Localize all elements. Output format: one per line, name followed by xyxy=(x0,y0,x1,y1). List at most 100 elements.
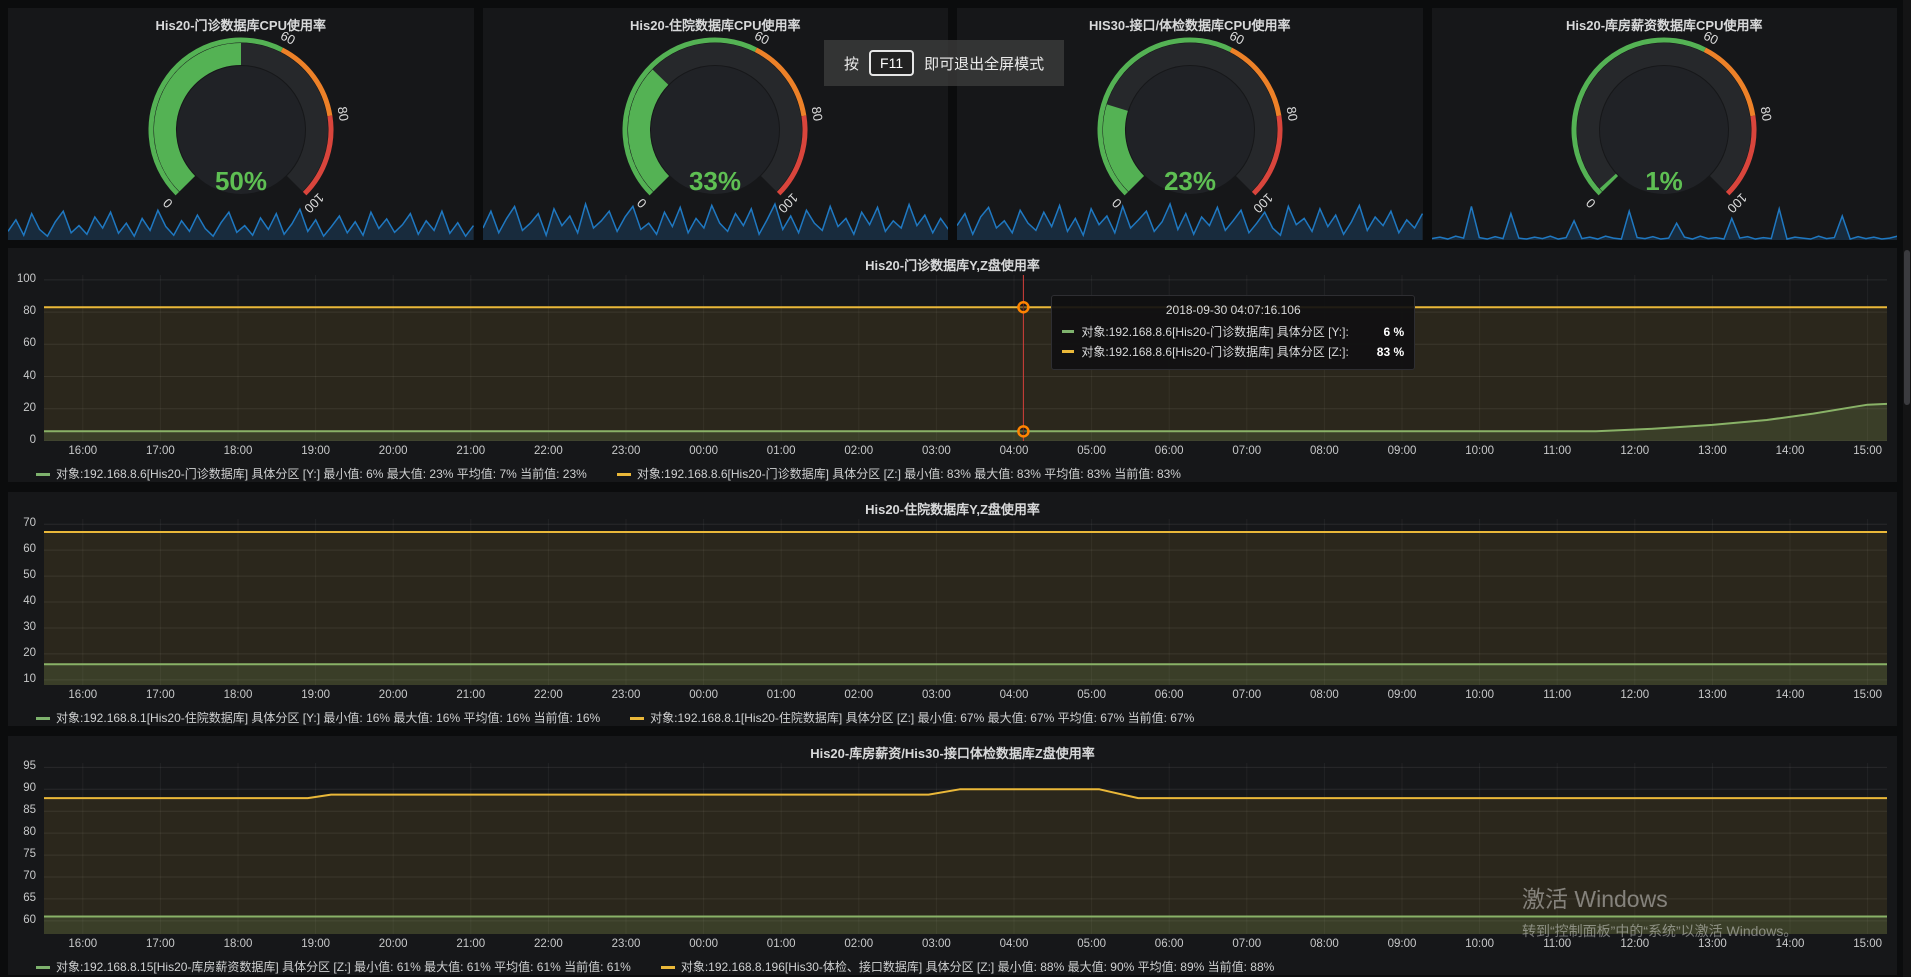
y-axis-label: 100 xyxy=(17,273,36,285)
scrollbar-thumb[interactable] xyxy=(1904,250,1910,405)
panel-title[interactable]: HIS30-接口/体检数据库CPU使用率 xyxy=(957,8,1423,35)
x-axis-label: 22:00 xyxy=(534,938,563,950)
chart-legend: 对象:192.168.8.6[His20-门诊数据库] 具体分区 [Y:] 最小… xyxy=(8,461,1897,482)
x-axis: 16:0017:0018:0019:0020:0021:0022:0023:00… xyxy=(44,441,1887,461)
chart-legend: 对象:192.168.8.1[His20-住院数据库] 具体分区 [Y:] 最小… xyxy=(8,705,1897,726)
legend-item[interactable]: 对象:192.168.8.6[His20-门诊数据库] 具体分区 [Y:] 最小… xyxy=(36,465,587,482)
y-axis-label: 65 xyxy=(23,892,36,904)
tooltip-label: 对象:192.168.8.6[His20-门诊数据库] 具体分区 [Y:]: xyxy=(1081,323,1348,340)
x-axis-label: 19:00 xyxy=(301,938,330,950)
y-axis-label: 60 xyxy=(23,914,36,926)
x-axis-label: 02:00 xyxy=(844,938,873,950)
x-axis-label: 01:00 xyxy=(767,445,796,457)
x-axis-label: 10:00 xyxy=(1465,938,1494,950)
chart-plot-area[interactable]: 2018-09-30 04:07:16.106 对象:192.168.8.6[H… xyxy=(44,275,1887,441)
gauge-scale-label: 80 xyxy=(1283,105,1299,122)
panel-title[interactable]: His20-门诊数据库CPU使用率 xyxy=(8,8,474,35)
tooltip-value: 83 % xyxy=(1377,345,1404,359)
x-axis-label: 16:00 xyxy=(68,938,97,950)
legend-text: 对象:192.168.8.1[His20-住院数据库] 具体分区 [Y:] 最小… xyxy=(56,711,600,725)
x-axis-label: 20:00 xyxy=(379,445,408,457)
chart-plot-area[interactable] xyxy=(44,763,1887,934)
panel-title[interactable]: His20-住院数据库CPU使用率 xyxy=(483,8,949,35)
x-axis-label: 21:00 xyxy=(456,445,485,457)
x-axis-label: 06:00 xyxy=(1155,445,1184,457)
x-axis-label: 08:00 xyxy=(1310,445,1339,457)
chart-plot-area[interactable] xyxy=(44,519,1887,685)
y-axis-label: 30 xyxy=(23,621,36,633)
toast-prefix: 按 xyxy=(844,53,859,74)
x-axis-label: 16:00 xyxy=(68,445,97,457)
x-axis-label: 15:00 xyxy=(1853,445,1882,457)
toast-suffix: 即可退出全屏模式 xyxy=(924,53,1044,74)
legend-text: 对象:192.168.8.1[His20-住院数据库] 具体分区 [Z:] 最小… xyxy=(650,711,1194,725)
x-axis-label: 16:00 xyxy=(68,689,97,701)
x-axis-label: 11:00 xyxy=(1543,938,1571,950)
series-color-dash xyxy=(630,717,644,720)
x-axis-label: 11:00 xyxy=(1543,689,1571,701)
x-axis-label: 22:00 xyxy=(534,689,563,701)
x-axis-label: 00:00 xyxy=(689,689,718,701)
x-axis-label: 15:00 xyxy=(1853,938,1882,950)
x-axis-label: 22:00 xyxy=(534,445,563,457)
x-axis-label: 18:00 xyxy=(224,938,253,950)
legend-text: 对象:192.168.8.15[His20-库房薪资数据库] 具体分区 [Z:]… xyxy=(56,960,631,974)
panel-title[interactable]: His20-住院数据库Y,Z盘使用率 xyxy=(8,492,1897,519)
x-axis-label: 02:00 xyxy=(844,689,873,701)
gauge-scale-label: 80 xyxy=(809,105,825,122)
x-axis-label: 14:00 xyxy=(1776,445,1805,457)
legend-item[interactable]: 对象:192.168.8.196[His30-体检、接口数据库] 具体分区 [Z… xyxy=(661,958,1275,975)
series-color-dash xyxy=(1062,350,1074,353)
gauge-scale-label: 80 xyxy=(334,105,350,122)
fullscreen-exit-toast: 按 F11 即可退出全屏模式 xyxy=(824,40,1064,86)
x-axis-label: 13:00 xyxy=(1698,938,1727,950)
legend-item[interactable]: 对象:192.168.8.6[His20-门诊数据库] 具体分区 [Z:] 最小… xyxy=(617,465,1181,482)
x-axis-label: 04:00 xyxy=(1000,445,1029,457)
y-axis-label: 70 xyxy=(23,517,36,529)
x-axis-label: 06:00 xyxy=(1155,938,1184,950)
x-axis-label: 21:00 xyxy=(456,938,485,950)
x-axis-label: 09:00 xyxy=(1388,445,1417,457)
x-axis-label: 03:00 xyxy=(922,938,951,950)
x-axis-label: 17:00 xyxy=(146,445,175,457)
y-axis: 020406080100 xyxy=(8,275,44,441)
y-axis-label: 40 xyxy=(23,595,36,607)
legend-item[interactable]: 对象:192.168.8.1[His20-住院数据库] 具体分区 [Y:] 最小… xyxy=(36,709,600,726)
tooltip-row: 对象:192.168.8.6[His20-门诊数据库] 具体分区 [Z:]: 8… xyxy=(1062,343,1404,360)
series-color-dash xyxy=(36,717,50,720)
gauge-scale-label: 60 xyxy=(752,32,772,48)
x-axis-label: 08:00 xyxy=(1310,689,1339,701)
legend-item[interactable]: 对象:192.168.8.15[His20-库房薪资数据库] 具体分区 [Z:]… xyxy=(36,958,631,975)
legend-text: 对象:192.168.8.196[His30-体检、接口数据库] 具体分区 [Z… xyxy=(681,960,1275,974)
x-axis-label: 02:00 xyxy=(844,445,873,457)
panel-title[interactable]: His20-库房薪资/His30-接口体检数据库Z盘使用率 xyxy=(8,736,1897,763)
x-axis-label: 23:00 xyxy=(612,938,641,950)
x-axis-label: 04:00 xyxy=(1000,689,1029,701)
x-axis-label: 00:00 xyxy=(689,445,718,457)
x-axis-label: 05:00 xyxy=(1077,689,1106,701)
tooltip-timestamp: 2018-09-30 04:07:16.106 xyxy=(1062,303,1404,317)
timeseries-panel-zhuyuan-disk: His20-住院数据库Y,Z盘使用率 10203040506070 16:001… xyxy=(8,492,1897,726)
tooltip-label: 对象:192.168.8.6[His20-门诊数据库] 具体分区 [Z:]: xyxy=(1081,343,1348,360)
f11-keycap: F11 xyxy=(869,50,914,76)
y-axis-label: 80 xyxy=(23,305,36,317)
legend-item[interactable]: 对象:192.168.8.1[His20-住院数据库] 具体分区 [Z:] 最小… xyxy=(630,709,1194,726)
panel-title[interactable]: His20-门诊数据库Y,Z盘使用率 xyxy=(8,248,1897,275)
scrollbar-track[interactable] xyxy=(1903,0,1911,977)
gauge-panel-kufang-cpu: His20-库房薪资数据库CPU使用率 060801001% xyxy=(1432,8,1898,240)
x-axis-label: 18:00 xyxy=(224,445,253,457)
chart-tooltip: 2018-09-30 04:07:16.106 对象:192.168.8.6[H… xyxy=(1051,295,1415,370)
cpu-sparkline xyxy=(8,192,474,240)
tooltip-value: 6 % xyxy=(1377,325,1404,339)
panel-title[interactable]: His20-库房薪资数据库CPU使用率 xyxy=(1432,8,1898,35)
x-axis-label: 05:00 xyxy=(1077,445,1106,457)
x-axis-label: 20:00 xyxy=(379,689,408,701)
legend-text: 对象:192.168.8.6[His20-门诊数据库] 具体分区 [Z:] 最小… xyxy=(637,467,1181,481)
cpu-sparkline xyxy=(1432,192,1898,240)
y-axis: 10203040506070 xyxy=(8,519,44,685)
x-axis-label: 20:00 xyxy=(379,938,408,950)
y-axis-label: 60 xyxy=(23,337,36,349)
y-axis-label: 80 xyxy=(23,826,36,838)
series-color-dash xyxy=(36,966,50,969)
gauge-scale-label: 60 xyxy=(278,32,298,48)
